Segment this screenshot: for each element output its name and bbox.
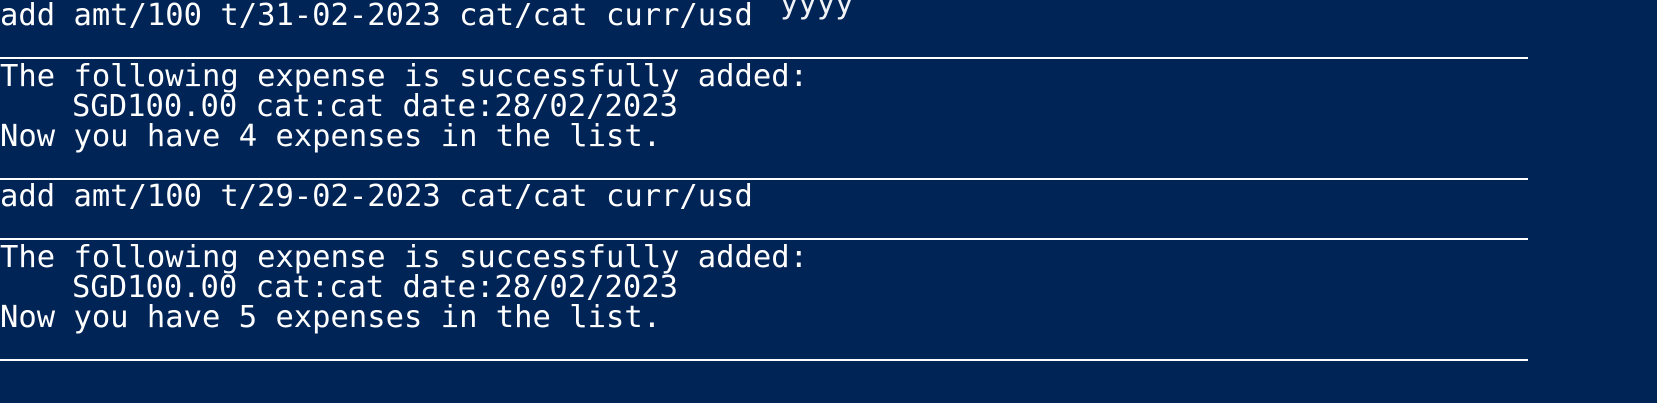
divider-4	[0, 359, 1528, 361]
partial-previous-line: yyyy	[780, 0, 854, 21]
command-line-1: add amt/100 t/31-02-2023 cat/cat curr/us…	[0, 0, 753, 33]
terminal-window[interactable]: yyyy add amt/100 t/31-02-2023 cat/cat cu…	[0, 0, 1657, 403]
command-line-2: add amt/100 t/29-02-2023 cat/cat curr/us…	[0, 179, 753, 214]
response-expense-count-2: Now you have 5 expenses in the list.	[0, 300, 662, 335]
response-expense-count-1: Now you have 4 expenses in the list.	[0, 119, 662, 154]
